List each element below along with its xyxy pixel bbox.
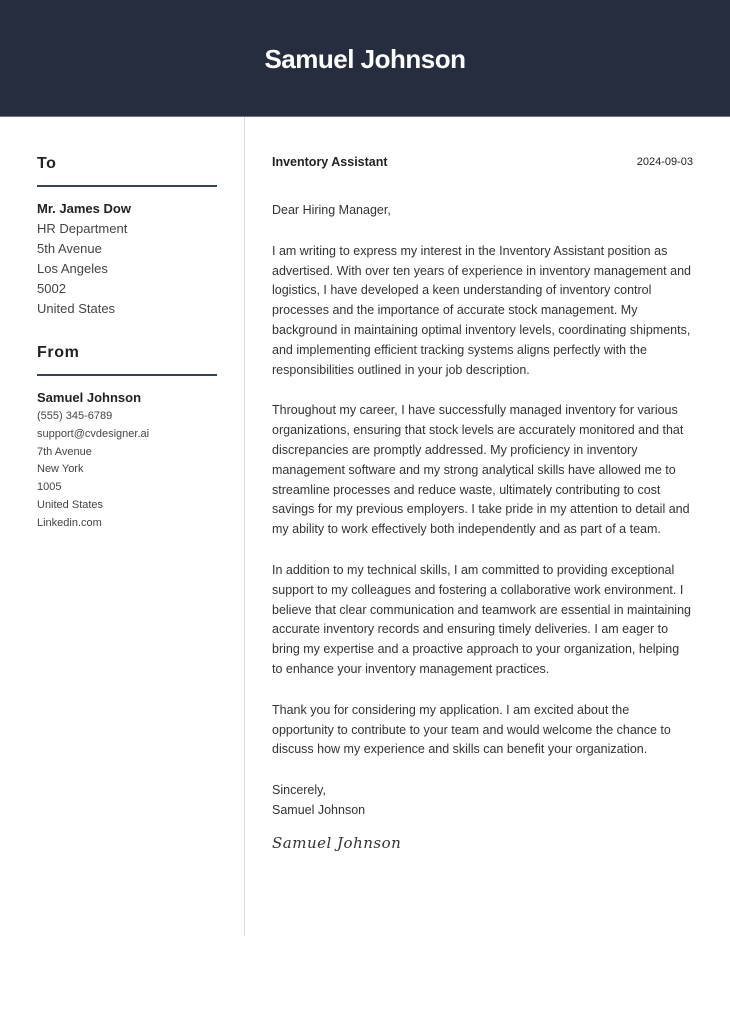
letter-header: Inventory Assistant 2024-09-03: [272, 150, 693, 174]
sender-website: Linkedin.com: [37, 516, 102, 529]
closing-name: Samuel Johnson: [272, 802, 366, 817]
sender-country: United States: [37, 498, 104, 511]
applicant-name: Samuel Johnson: [264, 44, 466, 74]
sender-divider: [37, 374, 217, 376]
sender-name: Samuel Johnson: [37, 390, 142, 405]
header-banner: Samuel Johnson: [0, 0, 730, 117]
sidebar: To Mr. James Dow HR Department 5th Avenu…: [37, 150, 217, 533]
letter-date: 2024-09-03: [636, 156, 693, 168]
letter-body: Inventory Assistant 2024-09-03 Dear Hiri…: [272, 150, 693, 852]
paragraph: Throughout my career, I have successfull…: [272, 403, 690, 537]
sender-city: New York: [37, 463, 84, 476]
recipient-name: Mr. James Dow: [37, 201, 131, 216]
paragraph: Thank you for considering my application…: [272, 702, 671, 757]
job-title: Inventory Assistant: [272, 155, 388, 169]
sender-email: support@cvdesigner.ai: [37, 427, 150, 440]
paragraph: In addition to my technical skills, I am…: [272, 562, 691, 676]
signature: Samuel Johnson: [272, 833, 402, 852]
column-divider: [244, 117, 245, 936]
recipient-section: To Mr. James Dow HR Department 5th Avenu…: [37, 150, 217, 319]
sender-phone: (555) 345-6789: [37, 410, 113, 422]
greeting: Dear Hiring Manager,: [272, 203, 391, 217]
recipient-heading: To: [37, 155, 57, 172]
recipient-line: Los Angeles: [37, 261, 108, 276]
sender-heading: From: [37, 344, 80, 361]
recipient-divider: [37, 185, 217, 187]
closing: Sincerely,: [272, 783, 326, 798]
recipient-line: 5th Avenue: [37, 241, 102, 256]
sender-section: From Samuel Johnson (555) 345-6789 suppo…: [37, 339, 217, 533]
sender-street: 7th Avenue: [37, 445, 92, 458]
recipient-line: United States: [37, 301, 116, 316]
paragraph: I am writing to express my interest in t…: [272, 243, 691, 377]
sender-postal-code: 1005: [37, 481, 62, 494]
recipient-line: HR Department: [37, 221, 128, 236]
recipient-line: 5002: [37, 281, 66, 296]
